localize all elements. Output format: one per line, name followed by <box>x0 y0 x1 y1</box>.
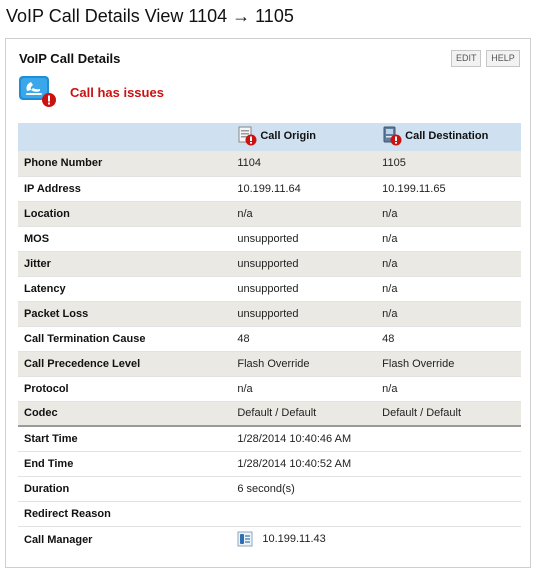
table-row: Location n/a n/a <box>18 201 521 227</box>
summary-label: Duration <box>18 476 232 502</box>
status-text: Call has issues <box>70 85 164 100</box>
help-button[interactable]: HELP <box>486 50 520 67</box>
origin-value: n/a <box>231 201 377 227</box>
call-status: Call has issues <box>18 74 318 108</box>
call-manager-cell: 10.199.11.43 <box>231 526 521 554</box>
origin-value: Flash Override <box>231 351 377 377</box>
call-details-table: Call Origin Call Destination Phone Numbe… <box>18 123 521 554</box>
origin-value: Default / Default <box>231 401 377 427</box>
row-label: Packet Loss <box>18 301 232 327</box>
destination-value: 10.199.11.65 <box>376 176 521 202</box>
origin-value: unsupported <box>231 226 377 252</box>
row-label: Call Precedence Level <box>18 351 232 377</box>
column-header-origin: Call Origin <box>231 123 377 151</box>
summary-label: End Time <box>18 451 232 477</box>
summary-row: Duration 6 second(s) <box>18 476 521 502</box>
document-warning-icon <box>237 126 257 146</box>
column-header-label: Call Origin <box>260 129 316 142</box>
summary-label: Start Time <box>18 425 232 452</box>
page-title: VoIP Call Details View 1104 → 1105 <box>6 6 294 26</box>
destination-value: n/a <box>376 251 521 277</box>
summary-label: Redirect Reason <box>18 501 232 527</box>
row-label: Phone Number <box>18 151 232 177</box>
destination-value: n/a <box>376 376 521 402</box>
destination-value: n/a <box>376 226 521 252</box>
row-label: Location <box>18 201 232 227</box>
row-label: Codec <box>18 401 232 427</box>
table-row: MOS unsupported n/a <box>18 226 521 252</box>
destination-value: 1105 <box>376 151 521 177</box>
destination-value: Default / Default <box>376 401 521 427</box>
origin-value: 10.199.11.64 <box>231 176 377 202</box>
destination-value: 48 <box>376 326 521 352</box>
row-label: IP Address <box>18 176 232 202</box>
origin-value: 48 <box>231 326 377 352</box>
origin-value: unsupported <box>231 251 377 277</box>
destination-value: n/a <box>376 301 521 327</box>
device-warning-icon <box>382 126 402 146</box>
row-label: Latency <box>18 276 232 302</box>
summary-value <box>231 501 521 527</box>
origin-value: n/a <box>231 376 377 402</box>
table-row: Codec Default / Default Default / Defaul… <box>18 401 521 427</box>
row-label: Jitter <box>18 251 232 277</box>
panel-title: VoIP Call Details <box>19 51 121 66</box>
call-manager-icon <box>237 531 253 547</box>
table-row: Call Termination Cause 48 48 <box>18 326 521 352</box>
phone-warning-icon <box>18 74 58 108</box>
summary-label: Call Manager <box>24 534 93 547</box>
origin-value: unsupported <box>231 276 377 302</box>
row-label: Call Termination Cause <box>18 326 232 352</box>
table-row: Jitter unsupported n/a <box>18 251 521 277</box>
destination-value: Flash Override <box>376 351 521 377</box>
destination-value: n/a <box>376 201 521 227</box>
panel-header: VoIP Call Details EDIT HELP <box>6 39 530 75</box>
summary-row: Call Manager 10.199.11.43 <box>18 526 521 554</box>
summary-row: Redirect Reason <box>18 501 521 527</box>
origin-value: unsupported <box>231 301 377 327</box>
table-row: Call Precedence Level Flash Override Fla… <box>18 351 521 377</box>
row-label: MOS <box>18 226 232 252</box>
column-header-destination: Call Destination <box>376 123 521 151</box>
table-header-row: Call Origin Call Destination <box>18 123 521 151</box>
table-row: IP Address 10.199.11.64 10.199.11.65 <box>18 176 521 202</box>
call-manager-link[interactable]: 10.199.11.43 <box>262 533 325 545</box>
table-row: Latency unsupported n/a <box>18 276 521 302</box>
destination-value: n/a <box>376 276 521 302</box>
summary-row: Start Time 1/28/2014 10:40:46 AM <box>18 425 521 452</box>
column-header-label: Call Destination <box>405 129 489 142</box>
table-row: Packet Loss unsupported n/a <box>18 301 521 327</box>
summary-value: 6 second(s) <box>231 476 521 502</box>
call-details-panel: VoIP Call Details EDIT HELP Call has iss… <box>5 38 531 568</box>
summary-value: 1/28/2014 10:40:52 AM <box>231 451 521 477</box>
row-label: Protocol <box>18 376 232 402</box>
header-blank <box>18 123 232 151</box>
table-row: Protocol n/a n/a <box>18 376 521 402</box>
table-row: Phone Number 1104 1105 <box>18 151 521 177</box>
summary-value: 1/28/2014 10:40:46 AM <box>231 425 521 452</box>
edit-button[interactable]: EDIT <box>451 50 481 67</box>
summary-row: End Time 1/28/2014 10:40:52 AM <box>18 451 521 477</box>
origin-value: 1104 <box>231 151 377 177</box>
